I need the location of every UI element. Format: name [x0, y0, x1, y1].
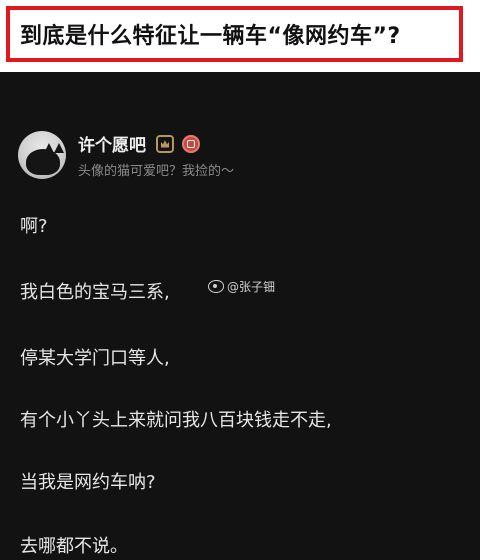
user-info: 许个愿吧 头像的猫可爱吧？我捡的～ — [78, 131, 234, 179]
user-row: 许个愿吧 — [78, 131, 234, 156]
avatar[interactable] — [18, 131, 66, 179]
user-bio: 头像的猫可爱吧？我捡的～ — [78, 164, 235, 179]
title-text: 到底是什么特征让一辆车“像网约车”? — [20, 24, 401, 49]
post-header: 许个愿吧 头像的猫可爱吧？我捡的～ — [18, 130, 234, 180]
post-line-4: 有个小丫头上来就问我八百块钱走不走, — [20, 410, 332, 431]
weibo-icon — [208, 280, 224, 293]
cat-ear-left — [44, 143, 54, 153]
watermark-text: @张子钿 — [227, 280, 276, 294]
post-line-5: 当我是网约车呐? — [20, 472, 156, 493]
post-card[interactable]: 许个愿吧 头像的猫可爱吧？我捡的～ 啊? 我白色的宝马三系, 停某大学门口等人,… — [0, 72, 480, 560]
user-name[interactable]: 许个愿吧 — [78, 131, 146, 156]
post-line-3: 停某大学门口等人, — [20, 348, 170, 369]
watermark: @张子钿 — [208, 278, 275, 295]
title-banner: 到底是什么特征让一辆车“像网约车”? — [6, 6, 463, 62]
post-line-1: 啊? — [20, 216, 48, 237]
post-line-6: 去哪都不说。 — [20, 536, 128, 557]
verified-badge-icon[interactable] — [182, 134, 200, 153]
crown-badge-icon[interactable] — [156, 134, 174, 153]
cat-ear-right — [54, 143, 64, 153]
post-line-2: 我白色的宝马三系, — [20, 282, 170, 303]
